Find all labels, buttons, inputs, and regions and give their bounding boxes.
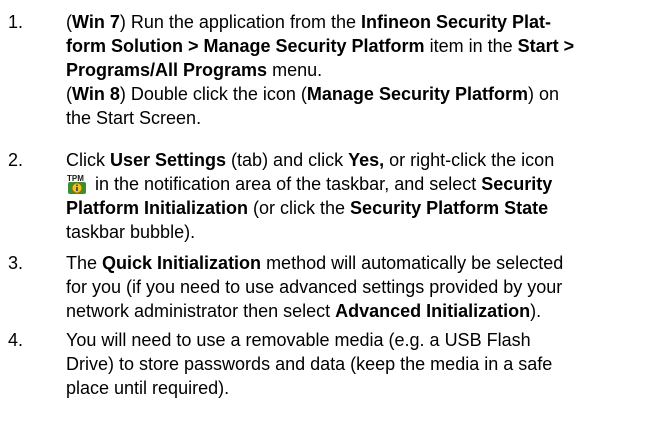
step-text-line: Click User Settings (tab) and click Yes,… xyxy=(66,148,554,172)
step-text-line: (Win 7) Run the application from the Inf… xyxy=(66,10,551,34)
text: ). xyxy=(530,301,542,321)
bold-text: Platform Initialization xyxy=(66,198,249,218)
text: taskbar bubble). xyxy=(66,222,196,242)
step-text-line: the Start Screen. xyxy=(66,106,201,130)
text: ) on xyxy=(527,84,560,104)
step-text-line: Drive) to store passwords and data (keep… xyxy=(66,352,552,376)
bold-text: Security Platform State xyxy=(350,198,549,218)
step-text-line: taskbar bubble). xyxy=(66,220,195,244)
bold-text: form Solution > Manage Security Platform xyxy=(66,36,425,56)
svg-text:TPM: TPM xyxy=(67,174,84,183)
text: or right-click the icon xyxy=(384,150,555,170)
bold-text: Infineon Security Plat- xyxy=(360,12,552,32)
text: place until required). xyxy=(66,378,230,398)
step-text-line: place until required). xyxy=(66,376,229,400)
text: network administrator then select xyxy=(66,301,336,321)
text: menu. xyxy=(267,60,323,80)
bold-text: Security xyxy=(481,174,553,194)
step-number: 1. xyxy=(8,12,24,32)
step-text-line: Programs/All Programs menu. xyxy=(66,58,322,82)
text: (or click the xyxy=(248,198,351,218)
step-text-line: for you (if you need to use advanced set… xyxy=(66,275,562,299)
step-text-line: network administrator then select Advanc… xyxy=(66,299,541,323)
bold-text: Programs/All Programs xyxy=(66,60,268,80)
bold-text: Advanced Initialization xyxy=(335,301,531,321)
bold-text: Win 8 xyxy=(72,84,120,104)
step-text-line: form Solution > Manage Security Platform… xyxy=(66,34,574,58)
text: Click xyxy=(66,150,110,170)
step-text-line: TPM in the notification area of the task… xyxy=(66,172,552,196)
step-text-line: (Win 8) Double click the icon (Manage Se… xyxy=(66,82,559,106)
text: ) Double click the icon ( xyxy=(119,84,307,104)
bold-text: Start > xyxy=(517,36,575,56)
text: ) Run the application from the xyxy=(119,12,361,32)
bold-text: Quick Initialization xyxy=(102,253,262,273)
text: You will need to use a removable media (… xyxy=(66,330,531,350)
text: method will automatically be selected xyxy=(261,253,564,273)
step-number: 2. xyxy=(8,150,24,170)
step-text-line: You will need to use a removable media (… xyxy=(66,328,531,352)
text: Drive) to store passwords and data (keep… xyxy=(66,354,553,374)
step-number: 3. xyxy=(8,253,24,273)
text: the Start Screen. xyxy=(66,108,202,128)
step-number: 4. xyxy=(8,330,24,350)
bold-text: Manage Security Platform xyxy=(306,84,528,104)
bold-text: User Settings xyxy=(110,150,227,170)
text: item in the xyxy=(424,36,518,56)
text: in the notification area of the taskbar,… xyxy=(90,174,482,194)
step-text-line: The Quick Initialization method will aut… xyxy=(66,251,563,275)
bold-text: Win 7 xyxy=(72,12,120,32)
text: The xyxy=(66,253,103,273)
step-text-line: Platform Initialization (or click the Se… xyxy=(66,196,548,220)
text: for you (if you need to use advanced set… xyxy=(66,277,563,297)
bold-text: Yes, xyxy=(348,150,385,170)
text: (tab) and click xyxy=(226,150,349,170)
tpm-info-icon: TPM xyxy=(66,173,88,195)
